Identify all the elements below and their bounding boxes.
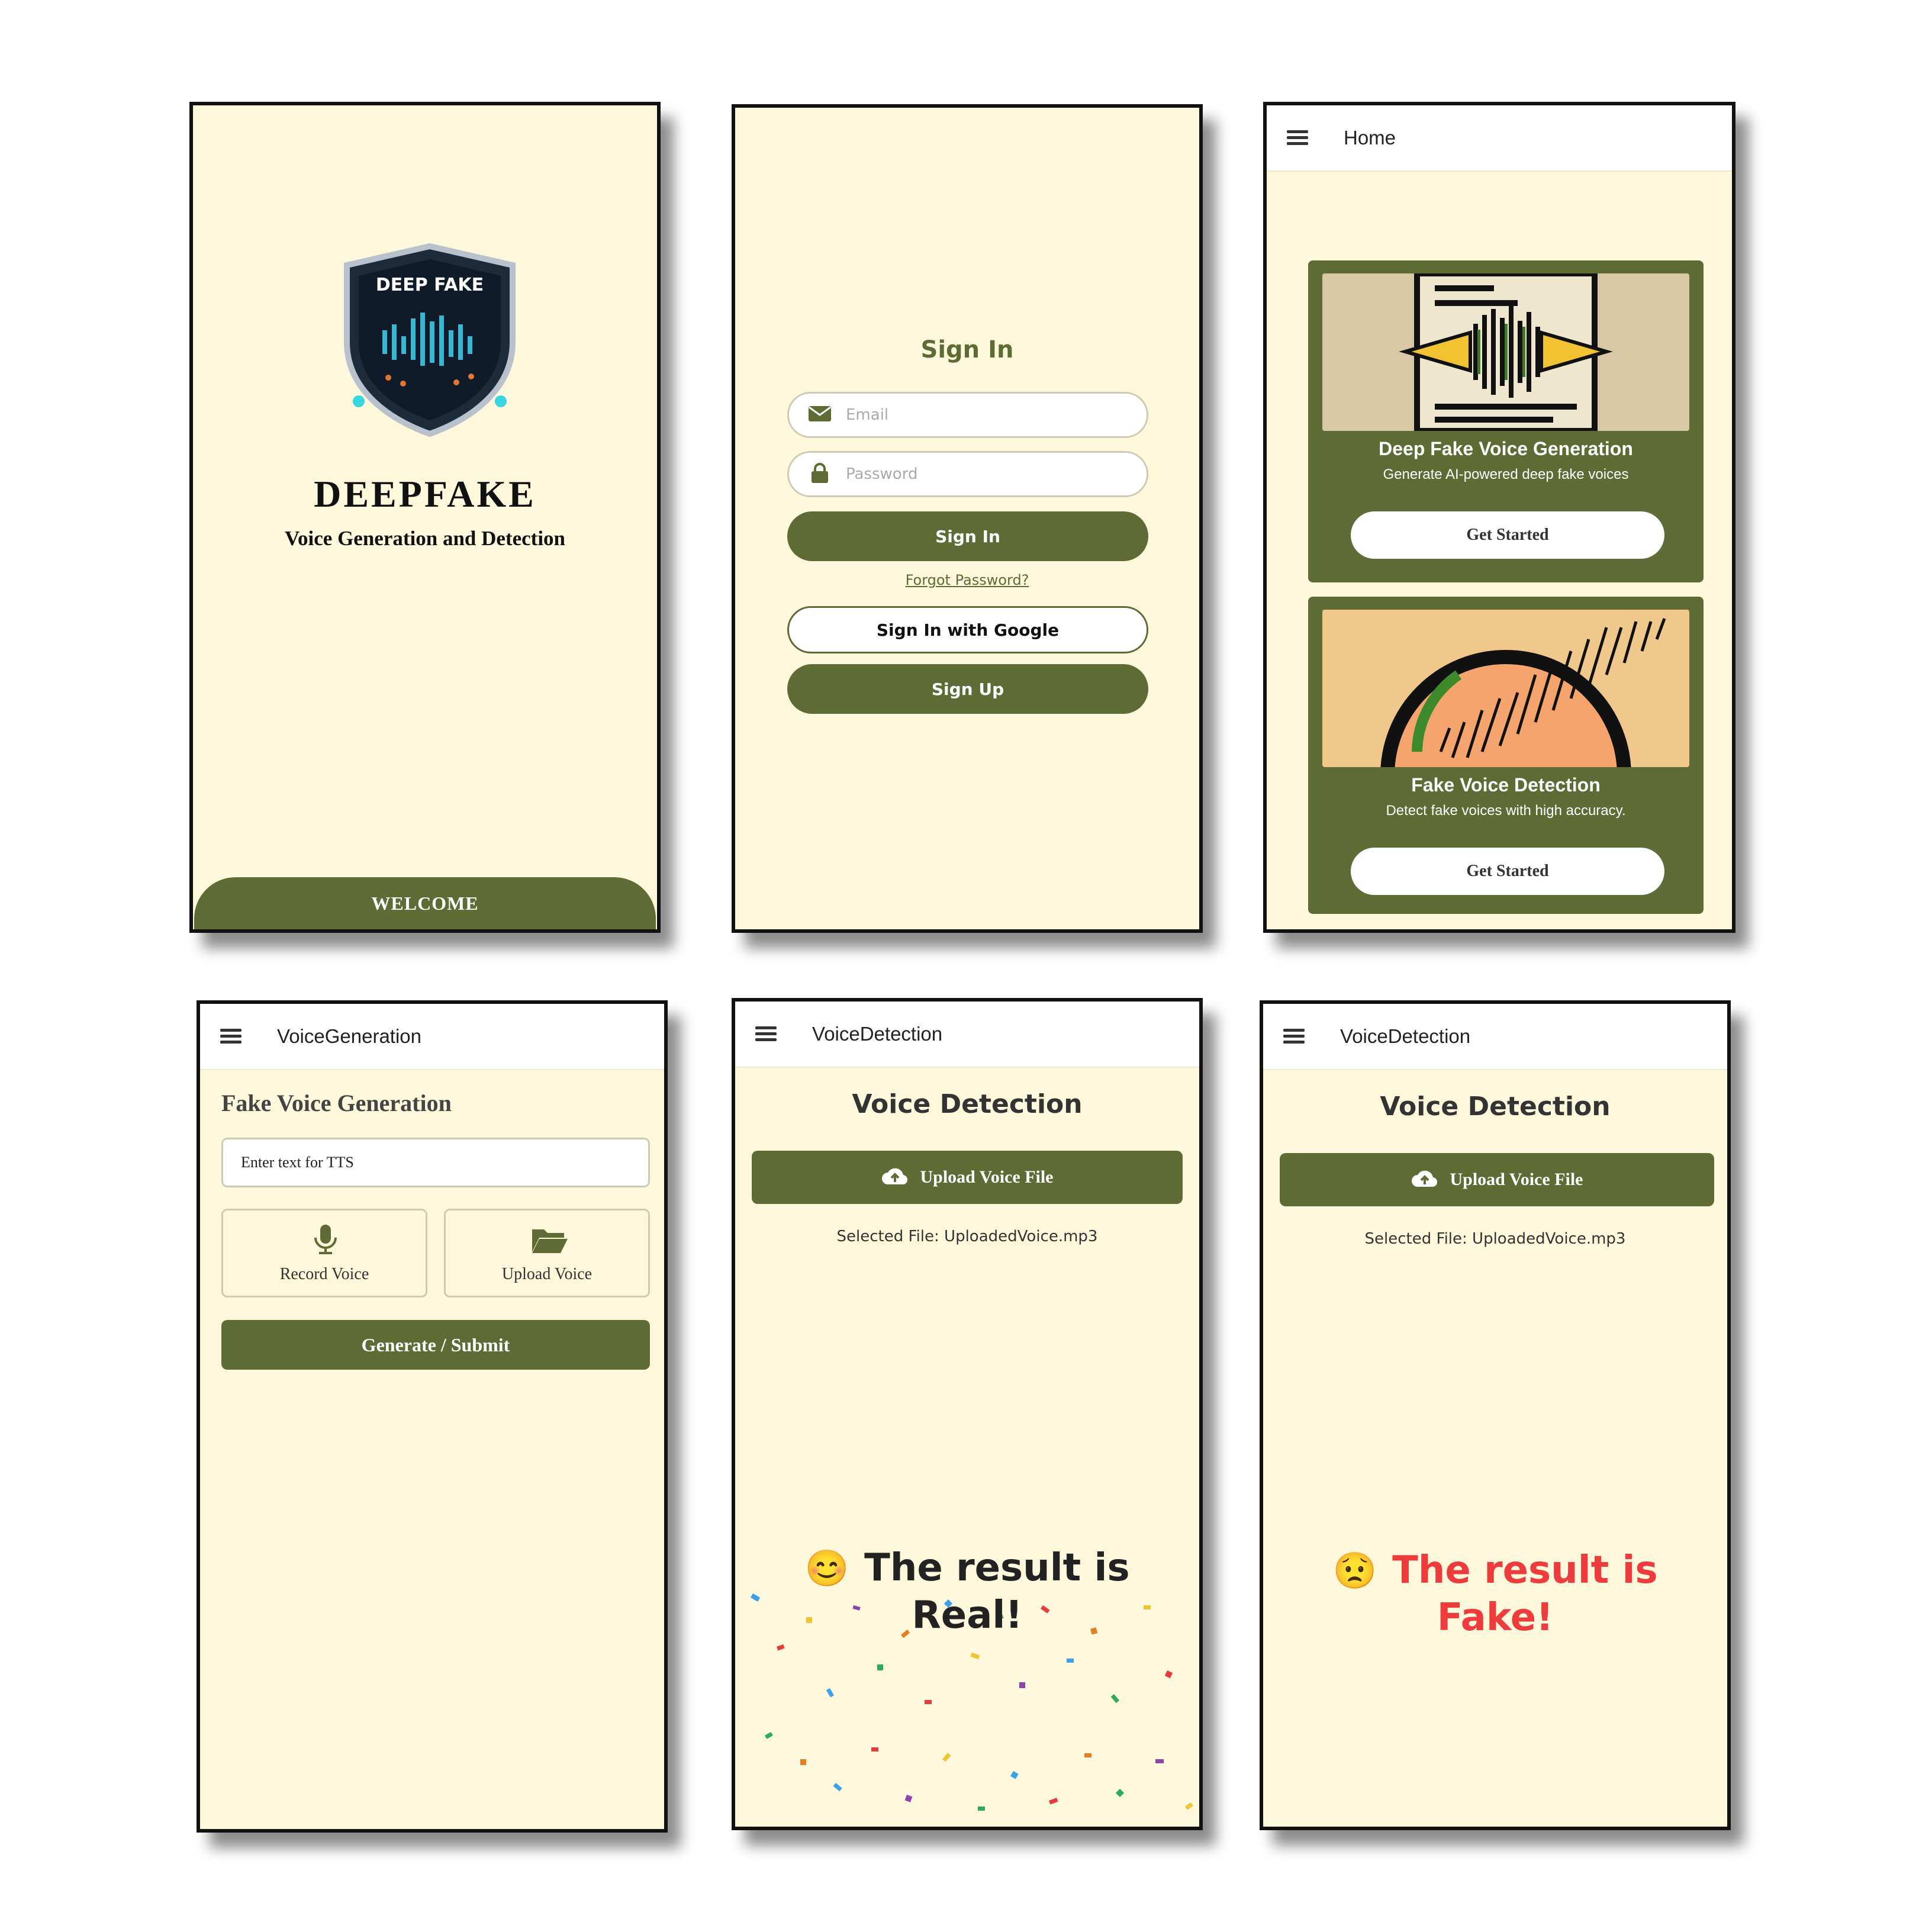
envelope-icon: [808, 405, 832, 425]
appbar-title: Home: [1344, 127, 1396, 149]
google-signin-button[interactable]: Sign In with Google: [787, 606, 1148, 653]
password-input[interactable]: [845, 465, 1131, 484]
record-voice-label: Record Voice: [279, 1265, 369, 1283]
result-line-1: The result is: [864, 1546, 1130, 1590]
voice-detection-card: Fake Voice Detection Detect fake voices …: [1308, 597, 1704, 914]
upload-voice-label: Upload Voice: [501, 1265, 593, 1283]
app-bar: Home: [1267, 105, 1732, 172]
get-started-label: Get Started: [1466, 526, 1549, 544]
upload-voice-file-label: Upload Voice File: [1450, 1170, 1583, 1189]
generate-submit-button[interactable]: Generate / Submit: [221, 1320, 650, 1370]
voice-generation-illustration: [1322, 273, 1689, 431]
get-started-button[interactable]: Get Started: [1351, 511, 1664, 559]
upload-voice-file-button[interactable]: Upload Voice File: [1280, 1153, 1714, 1206]
card-description: Generate AI-powered deep fake voices: [1383, 466, 1629, 482]
upload-voice-file-label: Upload Voice File: [920, 1167, 1054, 1187]
voice-generation-screen: VoiceGeneration Fake Voice Generation .t…: [197, 1000, 668, 1833]
password-field[interactable]: [787, 451, 1148, 497]
email-field[interactable]: [787, 392, 1148, 438]
get-started-label: Get Started: [1466, 862, 1549, 880]
app-bar: VoiceDetection: [1263, 1004, 1727, 1070]
record-voice-button[interactable]: Record Voice: [221, 1209, 427, 1297]
voice-detection-illustration: [1322, 610, 1689, 767]
result-message: 😊 The result is Real!: [759, 1546, 1176, 1637]
card-title: Fake Voice Detection: [1411, 774, 1601, 796]
welcome-label: WELCOME: [371, 892, 479, 914]
voice-detection-fake-screen: VoiceDetection Voice Detection Upload Vo…: [1260, 1000, 1731, 1830]
upload-voice-button[interactable]: Upload Voice: [444, 1209, 650, 1297]
menu-icon[interactable]: [1283, 1029, 1305, 1044]
appbar-title: VoiceGeneration: [277, 1025, 422, 1047]
generate-submit-label: Generate / Submit: [361, 1334, 510, 1355]
upload-voice-file-button[interactable]: Upload Voice File: [752, 1151, 1183, 1204]
app-logo: DEEP FAKE: [335, 242, 524, 437]
signin-button-label: Sign In: [935, 526, 1000, 546]
appbar-title: VoiceDetection: [1340, 1025, 1471, 1047]
forgot-password-link[interactable]: Forgot Password?: [735, 572, 1199, 588]
welcome-button[interactable]: WELCOME: [194, 877, 656, 929]
voice-generation-card: Deep Fake Voice Generation Generate AI-p…: [1308, 260, 1704, 582]
microphone-icon: [313, 1223, 338, 1258]
selected-file-text: Selected File: UploadedVoice.mp3: [1364, 1230, 1626, 1248]
cloud-upload-icon: [1411, 1169, 1439, 1191]
google-signin-label: Sign In with Google: [876, 620, 1060, 640]
result-line-1: The result is: [1392, 1548, 1658, 1592]
menu-icon[interactable]: [1287, 130, 1308, 146]
app-title: DEEPFAKE: [314, 473, 536, 515]
shield-label: DEEP FAKE: [375, 275, 484, 295]
cloud-upload-icon: [881, 1167, 909, 1189]
app-bar: VoiceDetection: [735, 1002, 1199, 1068]
generation-heading: Fake Voice Generation: [221, 1090, 452, 1116]
lock-icon: [810, 462, 829, 486]
splash-screen: DEEP FAKE DEEPFAKE Voice Generation and …: [189, 102, 661, 933]
detection-heading: Voice Detection: [1380, 1091, 1611, 1122]
result-line-2: Real!: [912, 1593, 1023, 1637]
appbar-title: VoiceDetection: [812, 1023, 943, 1045]
menu-icon[interactable]: [755, 1026, 777, 1042]
home-screen: Home Deep Fake Voice Generation Generate…: [1263, 102, 1735, 933]
card-description: Detect fake voices with high accuracy.: [1386, 803, 1626, 819]
app-subtitle: Voice Generation and Detection: [284, 527, 566, 550]
tts-text-field[interactable]: [221, 1138, 650, 1187]
signup-button[interactable]: Sign Up: [787, 664, 1148, 714]
get-started-button[interactable]: Get Started: [1351, 848, 1664, 895]
smiling-face-icon: 😊: [804, 1548, 849, 1588]
menu-icon[interactable]: [220, 1029, 242, 1044]
signup-button-label: Sign Up: [931, 679, 1004, 699]
voice-detection-real-screen: VoiceDetection Voice Detection Upload Vo…: [732, 998, 1203, 1830]
result-message: 😟 The result is Fake!: [1287, 1548, 1704, 1640]
signin-button[interactable]: Sign In: [787, 511, 1148, 561]
signin-screen: Sign In Sign In Forgot Password? Sign In…: [732, 104, 1203, 933]
folder-open-icon: [531, 1227, 569, 1257]
result-line-2: Fake!: [1437, 1596, 1554, 1640]
email-input[interactable]: [845, 405, 1131, 424]
worried-face-icon: 😟: [1332, 1550, 1377, 1590]
app-bar: VoiceGeneration: [200, 1004, 664, 1070]
signin-heading: Sign In: [920, 336, 1014, 363]
detection-heading: Voice Detection: [852, 1089, 1083, 1119]
selected-file-text: Selected File: UploadedVoice.mp3: [836, 1228, 1098, 1245]
tts-text-input[interactable]: [240, 1153, 633, 1172]
card-title: Deep Fake Voice Generation: [1379, 438, 1633, 459]
